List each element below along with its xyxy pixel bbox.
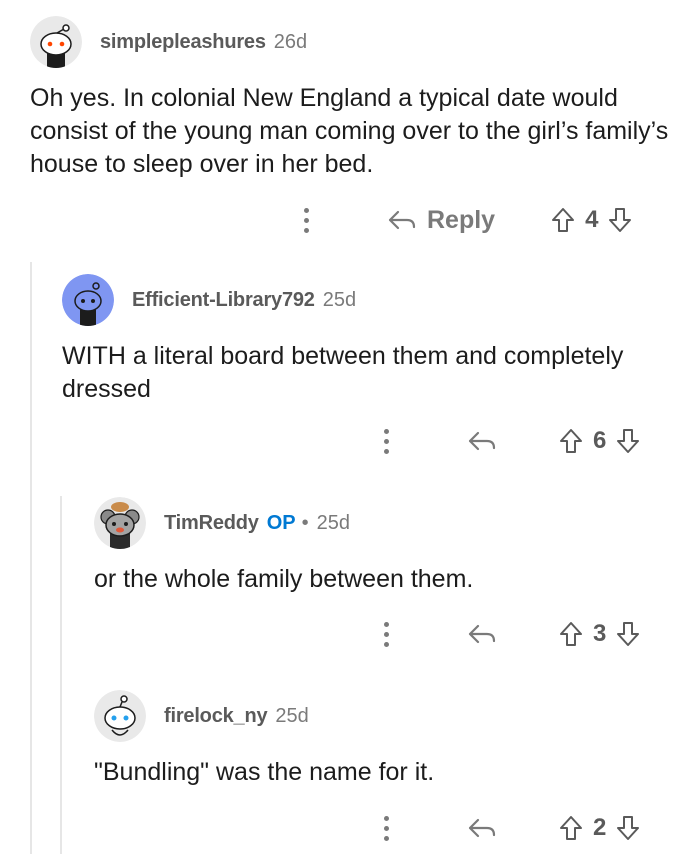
upvote-icon[interactable]	[559, 621, 583, 647]
vote-score: 3	[593, 620, 607, 647]
more-options-button[interactable]	[384, 428, 389, 454]
comment-text: WITH a literal board between them and co…	[62, 342, 624, 403]
comment: firelock_ny 25d "Bundling" was the name …	[94, 690, 684, 789]
comment-header: simplepleashures 26d	[30, 16, 680, 68]
vote-score: 4	[585, 206, 599, 233]
comment-age: 25d	[322, 288, 357, 311]
comment-actions: 2	[384, 811, 674, 845]
more-options-button[interactable]	[304, 207, 309, 233]
snoo-avatar-icon[interactable]	[30, 16, 82, 68]
thread-line-level-1[interactable]	[30, 262, 32, 854]
downvote-icon[interactable]	[616, 621, 640, 647]
vote-score: 2	[593, 814, 607, 841]
vote-controls: 6	[559, 427, 640, 455]
reply-button[interactable]	[467, 623, 497, 645]
username[interactable]: Efficient-Library792	[132, 289, 315, 312]
downvote-icon[interactable]	[616, 815, 640, 841]
comment-age: 25d	[316, 511, 351, 534]
comment-actions: 3	[384, 617, 674, 651]
comment-header: Efficient-Library792 25d	[62, 274, 682, 326]
username[interactable]: TimReddy	[164, 512, 259, 535]
reply-label: Reply	[427, 205, 496, 234]
vote-controls: 4	[551, 206, 632, 234]
op-badge: OP	[266, 511, 296, 534]
comment-text: "Bundling" was the name for it.	[94, 758, 435, 786]
snoo-avatar-icon[interactable]	[94, 690, 146, 742]
snoo-avatar-icon[interactable]	[94, 497, 146, 549]
downvote-icon[interactable]	[616, 428, 640, 454]
upvote-icon[interactable]	[559, 815, 583, 841]
username[interactable]: simplepleashures	[100, 31, 266, 54]
downvote-icon[interactable]	[608, 207, 632, 233]
comment: TimReddy OP • 25d or the whole family be…	[94, 497, 684, 596]
thread-line-level-2[interactable]	[60, 496, 62, 854]
comment-text: Oh yes. In colonial New England a typica…	[30, 84, 669, 178]
more-options-button[interactable]	[384, 815, 389, 841]
comment-actions: 6	[384, 424, 674, 458]
reply-button[interactable]	[467, 817, 497, 839]
reply-button[interactable]	[467, 430, 497, 452]
vote-controls: 2	[559, 814, 640, 842]
username[interactable]: firelock_ny	[164, 705, 268, 728]
comment-age: 25d	[275, 704, 309, 727]
upvote-icon[interactable]	[551, 207, 575, 233]
comment-actions: Reply 4	[300, 203, 670, 237]
more-options-button[interactable]	[384, 621, 389, 647]
comment-header: TimReddy OP • 25d	[94, 497, 684, 549]
comment-age: 26d	[273, 30, 308, 53]
comment: Efficient-Library792 25d WITH a literal …	[62, 274, 682, 406]
reply-button[interactable]: Reply	[387, 206, 495, 235]
comment: simplepleashures 26d Oh yes. In colonial…	[30, 16, 680, 181]
vote-controls: 3	[559, 620, 640, 648]
reply-arrow-icon	[388, 210, 416, 230]
reply-arrow-icon	[468, 818, 496, 838]
upvote-icon[interactable]	[559, 428, 583, 454]
separator-dot: •	[301, 511, 309, 534]
snoo-avatar-icon[interactable]	[62, 274, 114, 326]
comment-text: or the whole family between them.	[94, 565, 474, 593]
vote-score: 6	[593, 427, 607, 454]
reply-arrow-icon	[468, 624, 496, 644]
comment-header: firelock_ny 25d	[94, 690, 684, 742]
reply-arrow-icon	[468, 431, 496, 451]
